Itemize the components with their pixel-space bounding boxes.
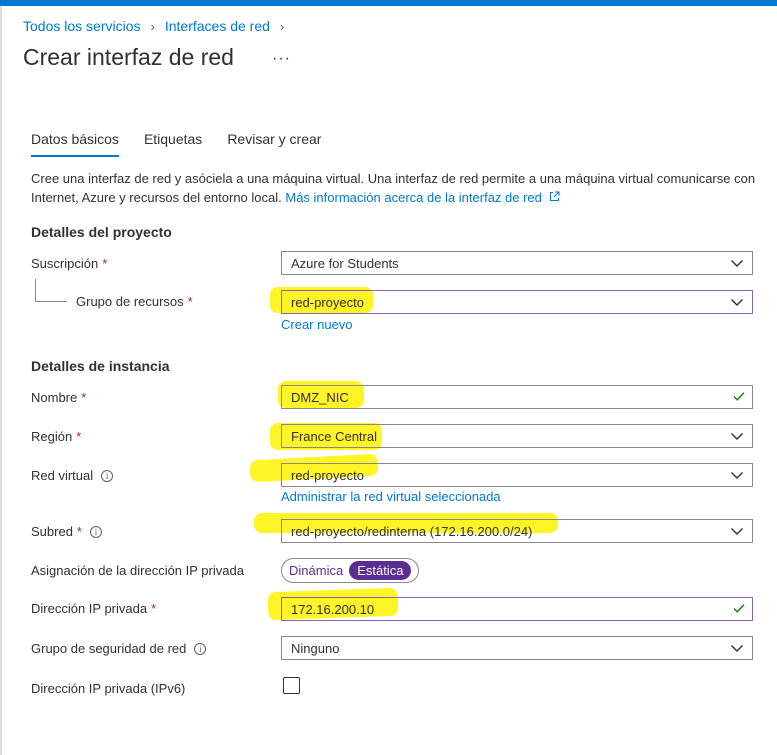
vnet-dropdown[interactable]: red-proyecto <box>281 463 753 487</box>
region-dropdown[interactable]: France Central <box>281 424 753 448</box>
breadcrumb-all-services[interactable]: Todos los servicios <box>23 18 141 34</box>
subscription-value: Azure for Students <box>291 255 399 271</box>
nsg-label: Grupo de seguridad de red i <box>31 641 207 656</box>
static-option[interactable]: Estática <box>349 561 412 580</box>
top-accent-bar <box>0 0 777 6</box>
chevron-down-icon <box>731 472 743 479</box>
resource-group-dropdown[interactable]: red-proyecto <box>281 290 753 314</box>
nsg-dropdown[interactable]: Ninguno <box>281 636 753 660</box>
ip-assignment-label: Asignación de la dirección IP privada <box>31 563 244 578</box>
resource-group-value: red-proyecto <box>291 294 364 310</box>
vnet-label: Red virtual i <box>31 468 114 483</box>
private-ip-input[interactable]: 172.16.200.10 <box>281 597 753 621</box>
left-border <box>0 6 2 755</box>
vnet-value: red-proyecto <box>291 467 364 483</box>
breadcrumb-separator: › <box>150 18 155 34</box>
checkmark-icon <box>733 392 745 401</box>
name-input[interactable]: DMZ_NIC <box>281 385 753 409</box>
info-icon[interactable]: i <box>101 469 114 482</box>
dynamic-option[interactable]: Dinámica <box>289 563 343 578</box>
learn-more-link[interactable]: Más información acerca de la interfaz de… <box>285 190 560 205</box>
nsg-value: Ninguno <box>291 640 340 656</box>
chevron-down-icon <box>731 433 743 440</box>
tab-basics[interactable]: Datos básicos <box>31 131 119 157</box>
external-link-icon <box>549 191 560 201</box>
chevron-down-icon <box>731 645 743 652</box>
manage-vnet-link[interactable]: Administrar la red virtual seleccionada <box>281 489 501 504</box>
breadcrumb: Todos los servicios › Interfaces de red … <box>23 18 294 34</box>
region-value: France Central <box>291 428 377 444</box>
tree-connector <box>35 279 67 302</box>
name-label: Nombre * <box>31 390 87 405</box>
resource-group-label: Grupo de recursos * <box>76 294 193 309</box>
section-instance-details: Detalles de instancia <box>31 358 170 374</box>
create-new-link[interactable]: Crear nuevo <box>281 317 353 332</box>
subnet-value: red-proyecto/redinterna (172.16.200.0/24… <box>291 523 533 539</box>
more-options-icon[interactable]: ··· <box>272 50 291 68</box>
ipv6-checkbox[interactable] <box>283 677 300 694</box>
info-icon[interactable]: i <box>89 525 102 538</box>
info-icon[interactable]: i <box>194 642 207 655</box>
tab-review-create[interactable]: Revisar y crear <box>227 131 321 157</box>
chevron-down-icon <box>731 260 743 267</box>
private-ip-label: Dirección IP privada * <box>31 601 157 616</box>
checkmark-icon <box>733 604 745 613</box>
private-ip-value: 172.16.200.10 <box>291 601 375 617</box>
subscription-label: Suscripción * <box>31 256 108 271</box>
region-label: Región * <box>31 429 82 444</box>
chevron-down-icon <box>731 299 743 306</box>
subnet-label: Subred * i <box>31 524 102 539</box>
ipv6-label: Dirección IP privada (IPv6) <box>31 681 186 696</box>
ip-assignment-toggle: Dinámica Estática <box>281 558 419 583</box>
breadcrumb-separator: › <box>279 18 285 34</box>
page-title: Crear interfaz de red <box>23 44 234 70</box>
tab-bar: Datos básicos Etiquetas Revisar y crear <box>31 131 346 157</box>
chevron-down-icon <box>731 528 743 535</box>
section-project-details: Detalles del proyecto <box>31 224 172 240</box>
description: Cree una interfaz de red y asóciela a un… <box>31 169 761 207</box>
breadcrumb-network-interfaces[interactable]: Interfaces de red <box>165 18 270 34</box>
subnet-dropdown[interactable]: red-proyecto/redinterna (172.16.200.0/24… <box>281 519 753 543</box>
tab-tags[interactable]: Etiquetas <box>144 131 202 157</box>
subscription-dropdown[interactable]: Azure for Students <box>281 251 753 275</box>
name-value: DMZ_NIC <box>291 389 349 405</box>
